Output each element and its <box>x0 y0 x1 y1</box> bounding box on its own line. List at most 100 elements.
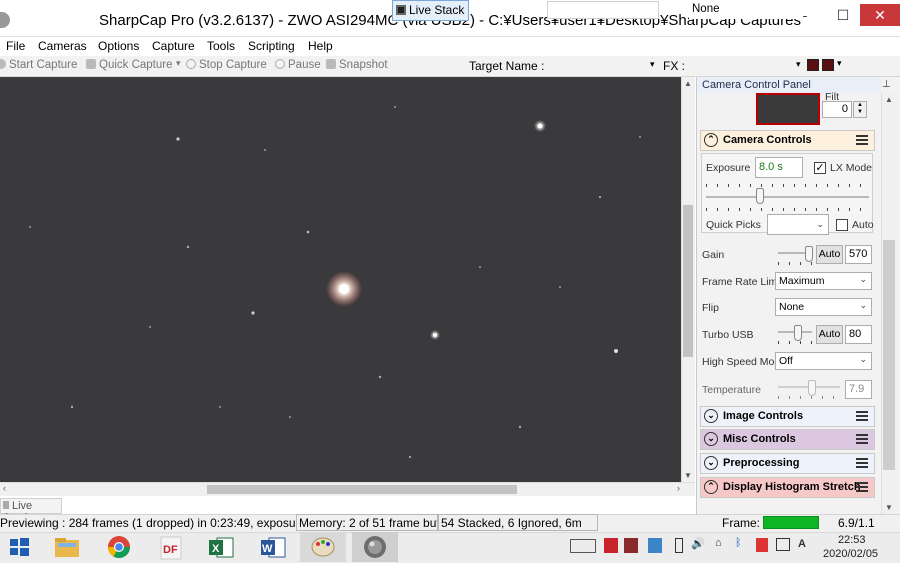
filter-spinner[interactable]: 0 <box>822 101 852 118</box>
filter-spin-arrows-icon[interactable]: ▲ ▼ <box>853 101 867 118</box>
live-stack-label: Live Stack <box>409 3 465 17</box>
panel-title: Camera Control Panel <box>698 77 881 93</box>
menu-options[interactable]: Options <box>98 39 139 53</box>
live-stack-tab[interactable]: Live Stack <box>0 498 62 524</box>
df-app-icon[interactable]: DF <box>156 534 186 561</box>
collapse-chevron-icon: ⌃ <box>704 480 718 494</box>
quick-picks-auto-label: Auto <box>852 219 874 231</box>
maximize-button[interactable]: ☐ <box>828 4 858 26</box>
display-histogram-stretch-header[interactable]: ⌃ Display Histogram Stretch <box>700 477 875 498</box>
panel-scroll-thumb[interactable] <box>883 240 895 470</box>
fx-select[interactable]: None <box>689 1 803 19</box>
network-monitor-icon[interactable] <box>648 538 662 553</box>
camera-controls-header[interactable]: ⌃ Camera Controls <box>700 130 875 151</box>
fx-dropdown-icon[interactable]: ▾ <box>796 59 801 70</box>
flip-label: Flip <box>702 302 719 314</box>
menu-cameras[interactable]: Cameras <box>38 39 87 53</box>
quick-capture-dropdown-icon[interactable]: ▾ <box>176 58 181 69</box>
menu-file[interactable]: File <box>6 39 25 53</box>
acrobat-icon[interactable] <box>604 538 618 553</box>
hamburger-menu-icon[interactable] <box>856 482 868 492</box>
tray-app-icon[interactable] <box>624 538 638 553</box>
stack-status: 54 Stacked, 6 Ignored, 6m <box>438 514 598 531</box>
security-icon[interactable] <box>756 538 768 552</box>
turbo-usb-input[interactable]: 80 <box>845 325 872 344</box>
menu-capture[interactable]: Capture <box>152 39 195 53</box>
target-name-dropdown-icon[interactable]: ▾ <box>650 59 655 70</box>
menu-scripting[interactable]: Scripting <box>248 39 295 53</box>
panel-scroll-down-icon[interactable]: ▼ <box>885 503 893 512</box>
exposure-ticks-top <box>706 181 869 187</box>
image-horizontal-scroll-thumb[interactable] <box>207 485 517 494</box>
input-mode-icon[interactable]: A <box>798 538 806 550</box>
paint-icon[interactable] <box>300 532 346 562</box>
stop-capture-button[interactable]: Stop Capture <box>186 59 267 71</box>
chrome-icon[interactable] <box>104 534 134 561</box>
lx-mode-checkbox[interactable]: ✓ <box>814 162 826 174</box>
preprocessing-header[interactable]: ⌄ Preprocessing <box>700 453 875 474</box>
exposure-ticks-bottom <box>706 205 869 211</box>
hamburger-menu-icon[interactable] <box>856 411 868 421</box>
frame-rate-limit-select[interactable]: Maximum ⌄ <box>775 272 872 290</box>
quick-capture-button[interactable]: Quick Capture <box>86 59 173 71</box>
quick-picks-select[interactable]: ⌄ <box>767 214 829 235</box>
turbo-usb-auto-button[interactable]: Auto <box>816 325 843 344</box>
start-icon[interactable] <box>5 534 35 561</box>
chevron-down-icon: ⌄ <box>859 274 867 284</box>
gain-input[interactable]: 570 <box>845 245 872 264</box>
high-speed-mode-value: Off <box>779 355 793 367</box>
menu-tools[interactable]: Tools <box>207 39 235 53</box>
clock-date[interactable]: 2020/02/05 <box>823 548 878 560</box>
high-speed-mode-select[interactable]: Off ⌄ <box>775 352 872 370</box>
hamburger-menu-icon[interactable] <box>856 434 868 444</box>
display-icon[interactable] <box>776 538 790 551</box>
frame-ratio: 6.9/1.1 <box>838 516 875 530</box>
live-image-view[interactable] <box>0 77 681 482</box>
battery-icon[interactable] <box>675 538 683 553</box>
volume-icon[interactable]: 🔊 <box>691 537 705 550</box>
exposure-input[interactable]: 8.0 s <box>755 157 803 178</box>
pause-icon <box>275 59 285 69</box>
scroll-left-arrow-icon[interactable]: ‹ <box>3 483 6 493</box>
live-stack-button[interactable]: Live Stack <box>392 0 470 21</box>
reticle-icon[interactable] <box>807 59 819 71</box>
hamburger-menu-icon[interactable] <box>856 458 868 468</box>
image-vertical-scroll-thumb[interactable] <box>683 205 693 357</box>
clock-time[interactable]: 22:53 <box>838 534 866 546</box>
filter-value: 0 <box>841 103 848 115</box>
toolbar-overflow-icon[interactable]: ▾ <box>837 58 842 69</box>
excel-icon[interactable]: X <box>206 534 236 561</box>
snapshot-button[interactable]: Snapshot <box>326 59 388 71</box>
start-capture-label: Start Capture <box>9 59 78 71</box>
zoom-icon[interactable] <box>822 59 834 71</box>
gain-value: 570 <box>849 248 868 260</box>
temperature-ticks <box>778 393 840 399</box>
misc-controls-header[interactable]: ⌄ Misc Controls <box>700 429 875 450</box>
lx-mode-label: LX Mode <box>830 162 873 174</box>
scroll-up-arrow-icon[interactable]: ▲ <box>684 79 692 88</box>
panel-scroll-up-icon[interactable]: ▲ <box>885 95 893 104</box>
pin-icon[interactable]: ⊥ <box>882 79 891 90</box>
word-icon[interactable]: W <box>258 534 288 561</box>
scroll-right-arrow-icon[interactable]: › <box>677 483 680 493</box>
scroll-down-arrow-icon[interactable]: ▼ <box>684 471 692 480</box>
bluetooth-icon[interactable]: ᛒ <box>735 537 742 549</box>
flip-select[interactable]: None ⌄ <box>775 298 872 316</box>
pause-button[interactable]: Pause <box>275 59 321 71</box>
star-field-image <box>0 77 681 482</box>
start-capture-button[interactable]: Start Capture <box>0 59 77 71</box>
exposure-slider[interactable] <box>706 196 869 198</box>
sharpcap-icon[interactable] <box>352 532 398 562</box>
image-controls-header[interactable]: ⌄ Image Controls <box>700 406 875 427</box>
exposure-slider-knob[interactable] <box>756 188 764 204</box>
quick-picks-auto-checkbox[interactable] <box>836 219 848 231</box>
frame-label: Frame: <box>722 516 761 530</box>
keyboard-icon[interactable] <box>570 539 596 553</box>
gain-auto-button[interactable]: Auto <box>816 245 843 264</box>
close-button[interactable]: ✕ <box>860 4 900 26</box>
hamburger-menu-icon[interactable] <box>856 135 868 145</box>
ime-icon[interactable]: ⌂ <box>715 537 722 549</box>
target-name-input[interactable] <box>547 1 659 19</box>
explorer-icon[interactable] <box>52 534 82 561</box>
menu-help[interactable]: Help <box>308 39 333 53</box>
